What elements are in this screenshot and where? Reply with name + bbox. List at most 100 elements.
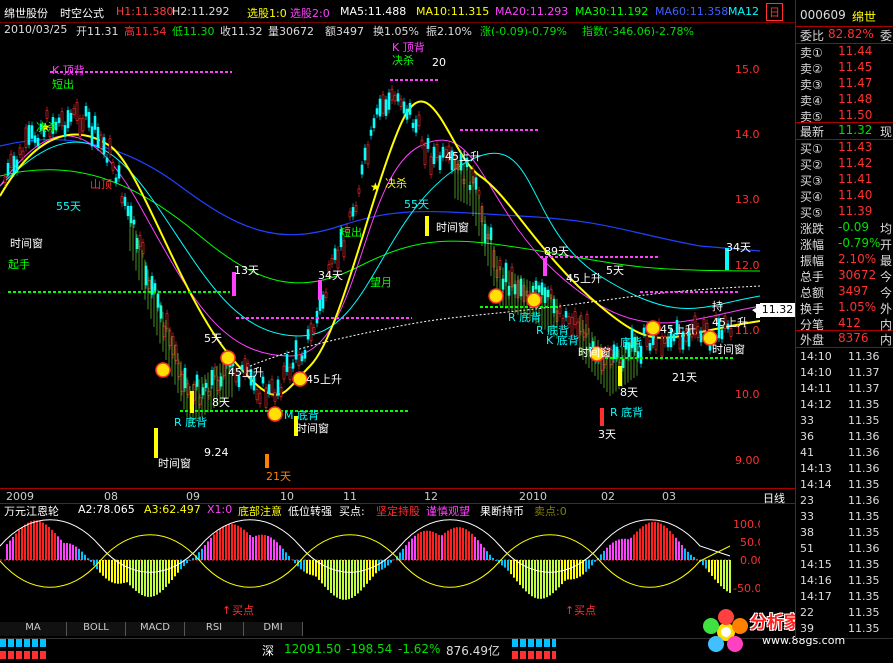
indicator-bar — [315, 560, 317, 577]
stat-row: 总额3497今 — [796, 284, 893, 300]
indicator-bar — [306, 560, 308, 573]
formula-name[interactable]: 时空公式 — [60, 5, 104, 21]
indicator-bar — [423, 531, 425, 560]
indicator-bar — [717, 560, 719, 583]
tab-macd[interactable]: MACD — [126, 622, 185, 636]
indicator-bar — [132, 560, 134, 588]
candle-body — [280, 387, 282, 396]
indicator-bar — [426, 531, 428, 560]
buy-row-label: 买⑤ — [800, 204, 823, 221]
indicator-bar — [252, 537, 254, 560]
candle-body — [415, 120, 417, 133]
indicator-bar — [594, 560, 596, 562]
indicator-bar — [588, 560, 590, 569]
candle-body — [31, 126, 33, 139]
status-meter — [0, 639, 48, 647]
indicator-bar — [516, 560, 518, 581]
moving-average-lines — [0, 101, 760, 394]
annotation: K 顶背 — [52, 63, 85, 77]
stat-row-value: 412 — [838, 316, 861, 330]
indicator-bar — [213, 534, 215, 560]
candle-body — [730, 328, 732, 336]
indicator-bar — [240, 527, 242, 560]
stock-code[interactable]: 000609 — [800, 8, 846, 22]
tick-row: 14:1011.36 — [796, 350, 893, 366]
weibi-row: 委比 82.82% 委 — [796, 26, 893, 44]
tab-rsi[interactable]: RSI — [185, 622, 244, 636]
indicator-bar — [441, 535, 443, 560]
indicator-bar — [171, 560, 173, 580]
indicator-bar — [726, 560, 728, 591]
stock-name[interactable]: 绵世股份 — [4, 5, 48, 21]
indicator-bar — [528, 560, 530, 594]
tab-dmi[interactable]: DMI — [244, 622, 303, 636]
tab-ma[interactable]: MA — [0, 622, 67, 636]
buy-point-label: 买点 — [574, 604, 596, 617]
tick-time: 41 — [800, 446, 814, 459]
indicator-bar — [657, 522, 659, 560]
status-meter — [512, 651, 556, 659]
buy-row: 买③11.41 — [796, 172, 893, 188]
tick-row: 3811.35 — [796, 526, 893, 542]
candle-body — [121, 197, 123, 203]
annotation: 3天 — [598, 428, 616, 441]
indicator-bar — [447, 531, 449, 560]
sell-row-label: 卖⑤ — [800, 108, 823, 125]
candle-body — [388, 93, 390, 110]
indicator-name[interactable]: 万元江恩轮 — [4, 503, 59, 516]
annotation: 34天 — [726, 241, 751, 254]
kline-chart[interactable]: ★ ★ 15.00 14.00 13.00 12.00 11.00 10.00 … — [0, 36, 760, 488]
indicator-bar — [51, 530, 53, 560]
annotation: 34天 — [318, 269, 343, 282]
candle-body — [427, 138, 429, 148]
weibi-label: 委比 — [800, 27, 824, 44]
indicator-bar — [303, 560, 305, 572]
indicator-bar — [207, 541, 209, 560]
market-label: 深 — [262, 642, 274, 659]
indicator-bar — [648, 523, 650, 560]
indicator-bar — [366, 560, 368, 584]
sell-row: 卖②11.45 — [796, 60, 893, 76]
stat-row: 涨幅-0.79%开 — [796, 236, 893, 252]
candle-body — [376, 109, 378, 115]
annotation: R 底背 — [174, 415, 207, 429]
outer-label: 外盘 — [800, 331, 824, 348]
candle-body — [337, 250, 339, 268]
period-box[interactable]: 日 — [766, 3, 783, 21]
indicator-bar — [585, 560, 587, 572]
indicator-bar — [270, 537, 272, 560]
tick-time: 38 — [800, 526, 814, 539]
indicator-bar — [219, 529, 221, 560]
indicator-bar — [495, 560, 497, 561]
annotation: 5天 — [606, 264, 624, 277]
indicator-bar — [522, 560, 524, 588]
indicator-bar — [234, 525, 236, 560]
indicator-bar — [264, 535, 266, 560]
indicator-bar — [420, 532, 422, 560]
tab-boll[interactable]: BOLL — [67, 622, 126, 636]
tick-time: 23 — [800, 494, 814, 507]
indicator-bar — [456, 527, 458, 560]
indicator-bar — [33, 520, 35, 560]
annotation: 55天 — [56, 200, 81, 213]
candle-body — [643, 328, 645, 334]
indicator-chart[interactable]: 100.00 50.00 0.00 -50.00 买点 买点 ↑ ↑ — [0, 516, 760, 620]
indicator-bar — [102, 560, 104, 576]
candle-body — [112, 163, 114, 171]
stat-row: 涨跌-0.09均 — [796, 220, 893, 236]
candle-body — [4, 177, 6, 183]
stat-row-label: 换手 — [800, 300, 824, 317]
indicator-bar — [600, 554, 602, 560]
tick-row: 2311.36 — [796, 494, 893, 510]
indicator-bar — [78, 549, 80, 560]
candle-body — [436, 144, 438, 157]
indicator-bar — [408, 542, 410, 560]
indicator-bar — [480, 544, 482, 560]
indicator-bar — [243, 530, 245, 560]
candle-body — [85, 106, 87, 116]
buy-arrow-icon: ↑ — [565, 604, 574, 617]
candle-body — [325, 292, 327, 297]
indicator-bar — [531, 560, 533, 596]
indicator-bar — [678, 541, 680, 560]
indicator-bar — [93, 560, 95, 566]
